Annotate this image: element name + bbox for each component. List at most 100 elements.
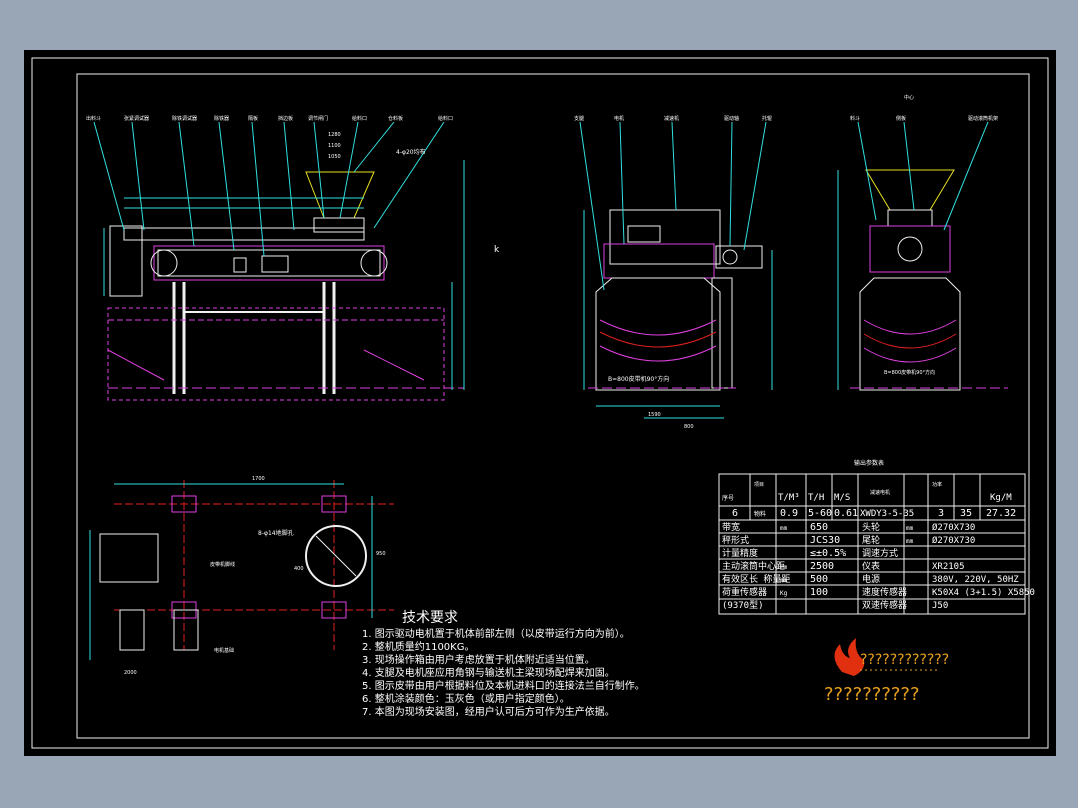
param-h-3: T/H <box>808 493 824 503</box>
front-leg-frame <box>595 277 721 391</box>
end-gate <box>887 209 933 227</box>
param-r1-4: 0.61 <box>834 508 858 519</box>
end-callout-0: 料斗 <box>850 115 860 122</box>
param-cell-r0-c0: 带宽 <box>722 521 740 533</box>
side-callout-5: 挡边板 <box>278 115 293 122</box>
leader-5 <box>251 121 265 257</box>
param-cell-r0-c4: mm <box>906 525 914 532</box>
side-hopper-gate <box>313 217 365 233</box>
side-letter: k <box>494 245 500 255</box>
front-trough-2 <box>599 331 717 348</box>
param-h-5: 减速电机 <box>870 489 890 496</box>
side-conveyor-diag2 <box>363 349 425 381</box>
tech-title: 技术要求 <box>402 610 458 626</box>
param-cell-r1-c5: Ø270X730 <box>932 535 975 546</box>
leader-6 <box>283 121 295 231</box>
fnd-opening-hatch <box>315 535 357 577</box>
end-top-label: 中心 <box>904 94 914 101</box>
side-dim-dia: 4-φ20均布 <box>396 148 426 156</box>
param-cell-r0-c2: 650 <box>810 522 828 533</box>
end-trough-1 <box>863 319 957 335</box>
cad-drawing: 出料斗 张紧调试器 除铁调试器 除铁器 隔板 挡边板 调节闸门 给料口 仓料板 … <box>31 57 1049 749</box>
side-detector <box>233 257 247 273</box>
param-cell-r4-c5: 380V, 220V, 50HZ <box>932 575 1019 585</box>
side-callout-7: 给料口 <box>352 115 367 122</box>
drawing-sheet: 出料斗 张紧调试器 除铁调试器 除铁器 隔板 挡边板 调节闸门 给料口 仓料板 … <box>24 50 1056 756</box>
side-conveyor-diag1 <box>107 349 165 381</box>
fnd-dim-3: 2000 <box>124 670 137 676</box>
fnd-callout-1: 电机基础 <box>214 647 234 654</box>
tech-item-2: 3. 现场操作箱由用户考虑放置于机体附近适当位置。 <box>362 653 595 666</box>
leader-1 <box>93 121 125 231</box>
side-dim-h-0: 1280 <box>328 132 341 138</box>
front-window <box>627 225 661 243</box>
side-scale <box>261 255 289 273</box>
end-trough-2 <box>863 333 957 349</box>
param-cell-r1-c2: JCS30 <box>810 535 840 546</box>
front-leader-2 <box>619 121 625 245</box>
tech-item-4: 5. 图示皮带由用户根据料位及本机进料口的连接法兰自行制作。 <box>362 679 645 692</box>
param-cell-r3-c1: mm <box>780 564 788 571</box>
side-callout-2: 除铁调试器 <box>172 115 197 122</box>
front-leader-3 <box>671 121 677 211</box>
end-trough-3 <box>863 347 957 363</box>
param-cell-r1-c4: mm <box>906 538 914 545</box>
side-hopper <box>305 171 375 219</box>
param-r1-5: XWDY3-5-35 <box>860 509 914 519</box>
param-cell-r2-c2: ≤±0.5% <box>810 548 846 559</box>
side-callout-3: 除铁器 <box>214 115 229 122</box>
fnd-block-1 <box>119 609 145 651</box>
side-upper-frame <box>123 227 365 241</box>
param-cell-r0-c1: mm <box>780 525 788 532</box>
param-h-0: 序号 <box>722 494 734 502</box>
param-r1-0: 6 <box>732 508 738 519</box>
param-cell-r3-c5: XR2105 <box>932 562 965 572</box>
side-head-pulley <box>150 249 178 277</box>
leader-7 <box>313 121 325 219</box>
param-rows: 带宽 mm 650 头轮 mm Ø270X730 秤形式 JCS30 尾轮 mm Ø270X730 计… <box>722 521 1035 611</box>
end-callout-1: 侧板 <box>896 115 906 122</box>
param-cell-r0-c5: Ø270X730 <box>932 522 975 533</box>
param-h-2: T/M³ <box>778 493 800 503</box>
front-callout-4: 托辊 <box>762 115 772 122</box>
tech-item-6: 7. 本图为现场安装图，经用户认可后方可作为生产依据。 <box>362 705 615 718</box>
param-cell-r5-c3: 速度传感器 <box>862 586 907 598</box>
param-h-6: 功率 <box>932 481 942 488</box>
param-h-4: M/S <box>834 493 850 503</box>
front-view: 支腿 电机 减速机 驱动轴 托辊 B=800皮带机90°方向 1590 800 <box>574 115 773 430</box>
fnd-dim-2: 400 <box>294 566 304 572</box>
front-callout-0: 支腿 <box>574 115 584 122</box>
side-view: 出料斗 张紧调试器 除铁调试器 除铁器 隔板 挡边板 调节闸门 给料口 仓料板 … <box>86 115 500 401</box>
end-leader-2 <box>903 121 915 211</box>
leader-4 <box>218 121 235 251</box>
fnd-hole-note: 8-φ14地脚孔 <box>258 529 294 537</box>
fnd-block-2 <box>173 609 199 651</box>
param-r1-6: 3 <box>938 508 944 519</box>
param-cell-r5-c0: 荷重传感器 <box>722 586 767 598</box>
front-callout-1: 电机 <box>614 115 624 122</box>
front-trough-3 <box>599 345 717 362</box>
param-r1-2: 0.9 <box>780 508 798 519</box>
param-cell-r1-c3: 尾轮 <box>862 534 880 546</box>
front-upper-box <box>609 209 721 265</box>
front-callout-3: 驱动轴 <box>724 115 739 122</box>
fnd-motor-base <box>99 533 159 583</box>
param-cell-r5-c2: 100 <box>810 587 828 598</box>
tech-item-1: 2. 整机质量约1100KG。 <box>362 640 474 653</box>
front-belt-note: B=800皮带机90°方向 <box>608 375 669 383</box>
end-belt-note: B=800皮带机90°方向 <box>884 369 935 376</box>
param-r1-8: 27.32 <box>986 508 1016 519</box>
param-h-8: Kg/M <box>990 493 1012 503</box>
param-r1-1: 物料 <box>754 510 766 518</box>
fnd-dim-0: 1700 <box>252 476 265 482</box>
outer-border <box>31 57 1049 749</box>
param-cell-r5-c5: K50X4 (3+1.5) X5850 <box>932 588 1035 598</box>
logo-line1: ???????????? <box>860 652 949 668</box>
leader-2 <box>131 121 145 231</box>
param-h-1: 项目 <box>754 482 764 488</box>
side-tail-pulley <box>360 249 388 277</box>
front-dim-0: 1590 <box>648 412 661 418</box>
param-cell-r5-c1: Kg <box>780 590 788 597</box>
front-callout-2: 减速机 <box>664 115 679 122</box>
param-cell-r3-c3: 仪表 <box>862 560 880 572</box>
